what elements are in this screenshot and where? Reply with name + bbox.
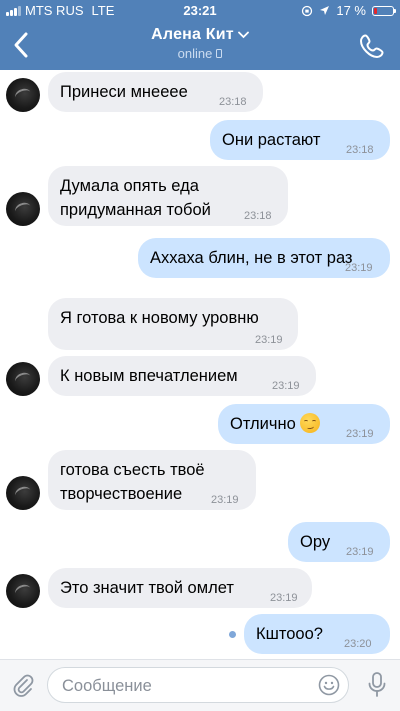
contact-name-row: Алена Кит	[0, 26, 400, 44]
incoming-message-bubble[interactable]: К новым впечатлением 23:19	[48, 356, 316, 396]
message-text: Аххаха блин, не в этот раз	[150, 249, 353, 267]
incoming-message-row: Это значит твой омлет 23:19	[0, 568, 400, 608]
voice-message-button[interactable]	[366, 671, 388, 699]
paperclip-icon	[13, 674, 34, 697]
incoming-message-row: готова съесть твоё творчествоение 23:19	[0, 450, 400, 510]
orientation-lock-icon	[302, 5, 313, 16]
incoming-message-row: Думала опять еда придуманная тобой 23:18	[0, 166, 400, 226]
mobile-device-icon	[216, 49, 223, 58]
battery-percent: 17 %	[336, 3, 366, 18]
unread-indicator	[229, 631, 236, 638]
message-time: 23:19	[255, 334, 283, 346]
incoming-message-bubble[interactable]: Думала опять еда придуманная тобой 23:18	[48, 166, 288, 226]
outgoing-message-bubble[interactable]: Кштооо? 23:20	[244, 614, 390, 654]
message-input[interactable]	[60, 668, 314, 704]
message-text: Они растают	[222, 131, 321, 149]
battery-level-fill	[374, 7, 377, 14]
outgoing-message-row: Они растают 23:18	[0, 120, 400, 160]
message-text: К новым впечатлением	[60, 367, 238, 385]
chat-header: MTS RUS LTE 23:21 17 % Алена Кит online	[0, 0, 400, 70]
contact-status-row: online	[0, 46, 400, 61]
message-text: Кштооо?	[256, 625, 323, 643]
message-time: 23:18	[219, 96, 247, 108]
nav-bar: Алена Кит online	[0, 22, 400, 70]
incoming-message-row: Я готова к новому уровню 23:19	[0, 298, 400, 350]
contact-avatar[interactable]	[6, 574, 40, 608]
incoming-message-row: К новым впечатлением 23:19	[0, 356, 400, 396]
outgoing-message-row: Отлично 23:19	[0, 404, 400, 444]
microphone-icon	[368, 672, 386, 697]
incoming-message-row: Принеси мнеееe 23:18	[0, 72, 400, 112]
outgoing-message-row: Кштооо? 23:20	[0, 614, 400, 654]
call-button[interactable]	[358, 32, 386, 60]
contact-title[interactable]: Алена Кит online	[0, 26, 400, 61]
emoji-button[interactable]	[318, 674, 340, 696]
contact-avatar[interactable]	[6, 362, 40, 396]
contact-name: Алена Кит	[151, 26, 234, 43]
message-text: готова съесть твоё творчествоение	[60, 461, 205, 503]
message-text: Принеси мнеееe	[60, 83, 188, 101]
message-text: Думала опять еда придуманная тобой	[60, 177, 211, 219]
message-time: 23:19	[346, 546, 374, 558]
message-time: 23:19	[345, 262, 373, 274]
status-right: 17 %	[301, 3, 396, 18]
contact-avatar[interactable]	[6, 78, 40, 112]
message-time: 23:19	[270, 592, 298, 604]
message-time: 23:19	[272, 380, 300, 392]
message-input-box[interactable]	[47, 667, 349, 704]
location-arrow-icon	[320, 6, 330, 15]
outgoing-message-bubble[interactable]: Аххаха блин, не в этот раз 23:19	[138, 238, 390, 278]
message-time: 23:19	[346, 428, 374, 440]
message-time: 23:18	[244, 210, 272, 222]
message-composer	[0, 659, 400, 711]
attach-button[interactable]	[10, 672, 36, 698]
incoming-message-bubble[interactable]: Это значит твой омлет 23:19	[48, 568, 312, 608]
contact-status: online	[177, 46, 213, 61]
incoming-message-bubble[interactable]: Я готова к новому уровню 23:19	[48, 298, 298, 350]
outgoing-message-bubble[interactable]: Ору 23:19	[288, 522, 390, 562]
contact-avatar[interactable]	[6, 192, 40, 226]
outgoing-message-row: Аххаха блин, не в этот раз 23:19	[0, 238, 400, 278]
message-time: 23:19	[211, 494, 239, 506]
message-time: 23:20	[344, 638, 372, 650]
phone-icon	[360, 34, 384, 58]
contact-avatar[interactable]	[6, 476, 40, 510]
outgoing-message-bubble[interactable]: Отлично 23:19	[218, 404, 390, 444]
outgoing-message-row: Ору 23:19	[0, 522, 400, 562]
message-text: Это значит твой омлет	[60, 579, 234, 597]
smirk-emoji-icon	[299, 413, 320, 433]
message-text: Отлично	[230, 415, 296, 433]
incoming-message-bubble[interactable]: готова съесть твоё творчествоение 23:19	[48, 450, 256, 510]
incoming-message-bubble[interactable]: Принеси мнеееe 23:18	[48, 72, 263, 112]
message-text: Ору	[300, 533, 331, 551]
message-text: Я готова к новому уровню	[60, 309, 259, 327]
outgoing-message-bubble[interactable]: Они растают 23:18	[210, 120, 390, 160]
battery-icon	[372, 5, 396, 16]
smiley-icon	[318, 674, 340, 696]
message-time: 23:18	[346, 144, 374, 156]
chevron-down-icon	[237, 31, 249, 39]
message-list[interactable]: Принеси мнеееe 23:18 Они растают 23:18 Думал…	[0, 70, 400, 660]
status-bar: MTS RUS LTE 23:21 17 %	[0, 0, 400, 22]
